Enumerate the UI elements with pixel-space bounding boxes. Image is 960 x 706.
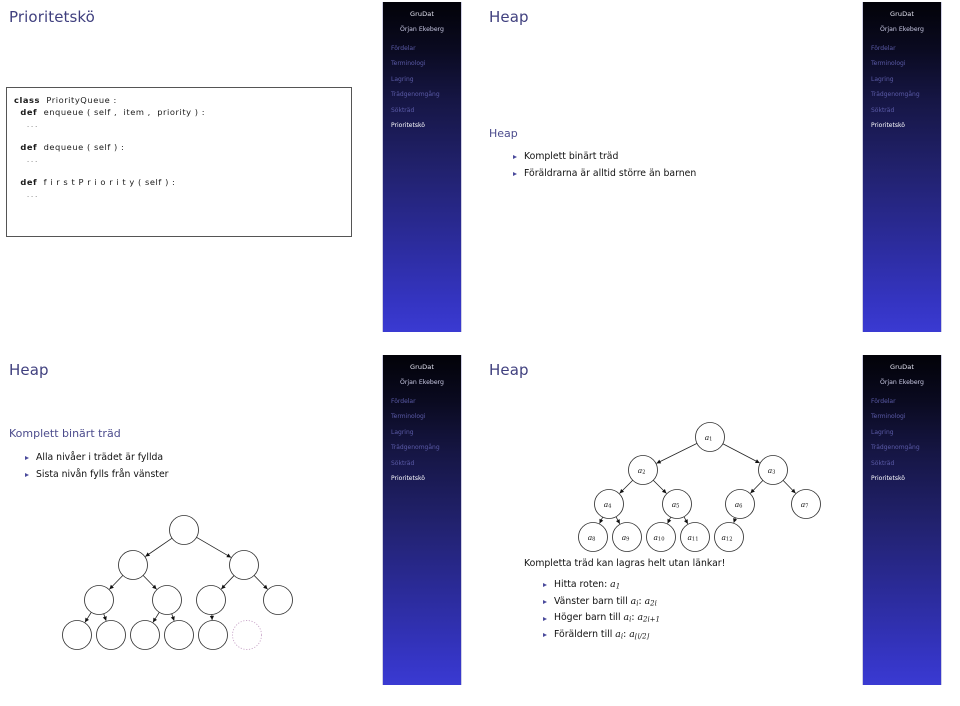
tree-node <box>229 550 259 580</box>
code-block: class PriorityQueue : def enqueue ( self… <box>6 87 352 237</box>
sidebar-title: GruDat <box>410 10 434 18</box>
tree-edge-arrow <box>170 616 175 621</box>
tree-edge-arrow <box>145 552 151 557</box>
sidebar-item-fordelar[interactable]: Fördelar <box>863 45 941 52</box>
sidebar-item-tradgenomgang[interactable]: Trädgenomgång <box>383 445 461 451</box>
sidebar-item-tradgenomgang[interactable]: Trädgenomgång <box>863 92 941 98</box>
sidebar-item-prioritetsko[interactable]: Prioritetskö <box>863 123 941 129</box>
tree-edge-arrow <box>733 518 738 523</box>
tree-edge <box>196 536 232 558</box>
tree-node <box>169 515 199 545</box>
sidebar-item-lagring[interactable]: Lagring <box>863 76 941 83</box>
tree-node <box>84 585 114 615</box>
tree-edge-arrow <box>209 615 215 621</box>
sidebar-author: Örjan Ekeberg <box>880 25 924 33</box>
tree-node <box>198 620 228 650</box>
sidebar: GruDat Örjan Ekeberg Fördelar Terminolog… <box>382 2 462 332</box>
bullet-list: Komplett binärt träd Föräldrarna är allt… <box>512 151 696 185</box>
slide-top-right: Heap Heap Komplett binärt träd Föräldrar… <box>480 0 960 353</box>
caption: Kompletta träd kan lagras helt utan länk… <box>524 558 726 569</box>
tree-edge-arrow <box>102 616 107 621</box>
list-item: Vänster barn till ai: a2i <box>542 596 660 608</box>
sidebar-item-lagring[interactable]: Lagring <box>383 429 461 436</box>
tree-edge <box>722 443 760 464</box>
list-item: Komplett binärt träd <box>512 151 696 163</box>
block-title: Heap <box>489 127 518 140</box>
tree-node <box>96 620 126 650</box>
slide-bottom-left: Heap Komplett binärt träd Alla nivåer i … <box>0 353 480 706</box>
sidebar-item-tradgenomgang[interactable]: Trädgenomgång <box>383 92 461 98</box>
sidebar-item-prioritetsko[interactable]: Prioritetskö <box>383 123 461 129</box>
tree-node <box>152 585 182 615</box>
sidebar-author: Örjan Ekeberg <box>880 378 924 386</box>
sidebar: GruDat Örjan Ekeberg Fördelar Terminolog… <box>382 355 462 685</box>
sidebar-item-soktrad[interactable]: Sökträd <box>863 460 941 467</box>
sidebar-author: Örjan Ekeberg <box>400 378 444 386</box>
sidebar-title: GruDat <box>890 10 914 18</box>
sidebar-author: Örjan Ekeberg <box>400 25 444 33</box>
page-title: Prioritetskö <box>9 8 95 26</box>
sidebar-item-terminologi[interactable]: Terminologi <box>863 414 941 420</box>
sidebar-item-soktrad[interactable]: Sökträd <box>383 107 461 114</box>
tree-edge-arrow <box>152 617 157 623</box>
sidebar-item-soktrad[interactable]: Sökträd <box>383 460 461 467</box>
tree-node <box>118 550 148 580</box>
sidebar-item-fordelar[interactable]: Fördelar <box>863 398 941 405</box>
list-item: Höger barn till ai: a2i+1 <box>542 613 660 624</box>
tree-node <box>196 585 226 615</box>
sidebar-item-terminologi[interactable]: Terminologi <box>383 414 461 420</box>
slide-grid: Prioritetskö class PriorityQueue : def e… <box>0 0 960 706</box>
sidebar-item-lagring[interactable]: Lagring <box>863 429 941 436</box>
sidebar-title: GruDat <box>410 363 434 371</box>
slide-bottom-right: Heap a1 a2 a3 a4 a5 a6 a7 a8 a9 a10 a11 a12 Komplet… <box>480 353 960 706</box>
list-item: Föräldrarna är alltid större än barnen <box>512 168 696 180</box>
complete-binary-tree-diagram <box>62 515 293 650</box>
sidebar-item-tradgenomgang[interactable]: Trädgenomgång <box>863 445 941 451</box>
sidebar-title: GruDat <box>890 363 914 371</box>
sidebar-item-prioritetsko[interactable]: Prioritetskö <box>863 476 941 482</box>
tree-node <box>62 620 92 650</box>
code-text: class PriorityQueue : def enqueue ( self… <box>14 95 206 200</box>
tree-node <box>263 585 293 615</box>
sidebar-item-fordelar[interactable]: Fördelar <box>383 45 461 52</box>
sidebar-item-fordelar[interactable]: Fördelar <box>383 398 461 405</box>
sidebar-item-terminologi[interactable]: Terminologi <box>863 61 941 67</box>
list-item: Föräldern till ai: a⌊i/2⌋ <box>542 629 660 641</box>
bullet-list: Hitta roten: a1 Vänster barn till ai: a2… <box>542 579 660 647</box>
page-title: Heap <box>489 8 529 26</box>
sidebar: GruDat Örjan Ekeberg Fördelar Terminolog… <box>862 355 942 685</box>
sidebar: GruDat Örjan Ekeberg Fördelar Terminolog… <box>862 2 942 332</box>
slide-top-left: Prioritetskö class PriorityQueue : def e… <box>0 0 480 353</box>
sidebar-item-prioritetsko[interactable]: Prioritetskö <box>383 476 461 482</box>
tree-node-placeholder <box>232 620 262 650</box>
tree-node <box>130 620 160 650</box>
sidebar-item-lagring[interactable]: Lagring <box>383 76 461 83</box>
sidebar-item-terminologi[interactable]: Terminologi <box>383 61 461 67</box>
tree-edge <box>656 443 698 464</box>
tree-edge <box>145 537 173 557</box>
tree-edge-arrow <box>84 617 89 623</box>
tree-node <box>164 620 194 650</box>
indexed-complete-binary-tree-diagram: a1a2 a3a4 a5 a6 a7a8 a9 a10 a11 a12 <box>578 422 821 552</box>
list-item: Hitta roten: a1 <box>542 579 660 591</box>
sidebar-item-soktrad[interactable]: Sökträd <box>863 107 941 114</box>
